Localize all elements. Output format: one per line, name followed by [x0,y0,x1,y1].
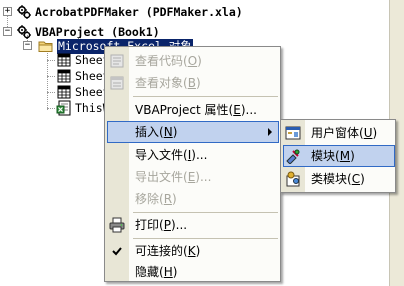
check-icon [112,247,122,256]
menu-item-label: 导出文件(E)... [135,170,212,184]
menu-item-label: 类模块(C) [311,172,365,186]
tree-line [47,76,55,77]
menu-item-label: 用户窗体(U) [311,126,378,140]
menu-item-class-module[interactable]: 类模块(C) [282,168,395,190]
vba-project-icon [17,5,31,19]
menu-separator [133,238,278,239]
menu-item-view-code[interactable]: 查看代码(O) [106,50,280,72]
menu-item-export-file[interactable]: 导出文件(E)... [106,166,280,188]
menu-item-label: 模块(M) [311,149,355,163]
vba-project-icon [17,25,31,39]
workbook-icon [56,100,71,116]
tree-node-acrobatpdfmaker[interactable]: AcrobatPDFMaker (PDFMaker.xla) [16,4,243,20]
menu-item-userform[interactable]: 用户窗体(U) [282,122,395,144]
menu-item-label: 可连接的(K) [135,244,201,258]
insert-submenu: 用户窗体(U) 模块(M) 类模块(C) [280,119,396,193]
menu-item-import-file[interactable]: 导入文件(I)... [106,144,280,166]
menu-item-label: 隐藏(H) [135,265,178,279]
menu-highlight [107,121,279,143]
worksheet-icon [57,69,71,83]
menu-item-label: VBAProject 属性(E)... [135,103,257,117]
worksheet-icon [57,85,71,99]
menu-separator [133,212,278,213]
menu-item-remove[interactable]: 移除(R) [106,188,280,210]
menu-item-label: 查看对象(B) [135,76,201,90]
menu-item-view-object[interactable]: 查看对象(B) [106,72,280,94]
menu-item-label: 导入文件(I)... [135,148,208,162]
tree-line [47,60,55,61]
menu-item-project-properties[interactable]: VBAProject 属性(E)... [106,99,280,121]
tree-node-label: AcrobatPDFMaker (PDFMaker.xla) [35,4,243,19]
collapse-toggle[interactable]: − [23,41,32,50]
menu-separator [133,96,278,97]
menu-item-module[interactable]: 模块(M) [282,145,395,167]
module-icon [286,149,300,164]
tree-line [47,108,55,109]
expand-toggle[interactable]: + [3,7,12,16]
context-menu: 查看代码(O) 查看对象(B) VBAProject 属性(E)... 插入(N… [104,46,281,282]
menu-item-print[interactable]: 打印(P)... [106,214,280,236]
userform-icon [285,126,301,140]
printer-icon [109,217,125,233]
submenu-arrow-icon [268,128,272,136]
menu-item-insert[interactable]: 插入(N) [106,121,280,143]
worksheet-icon [57,53,71,67]
collapse-toggle[interactable]: − [3,27,12,36]
menu-item-label: 打印(P)... [135,218,188,232]
view-object-icon [110,76,124,90]
menu-item-label: 查看代码(O) [135,54,202,68]
folder-icon [38,41,53,52]
tree-line [47,92,55,93]
tree-line [47,50,48,110]
menu-item-label: 移除(R) [135,192,177,206]
menu-item-dockable[interactable]: 可连接的(K) [106,240,280,262]
view-code-icon [110,54,124,68]
menu-item-hide[interactable]: 隐藏(H) [106,261,280,283]
menu-item-label: 插入(N) [135,125,178,139]
class-module-icon [286,171,300,187]
